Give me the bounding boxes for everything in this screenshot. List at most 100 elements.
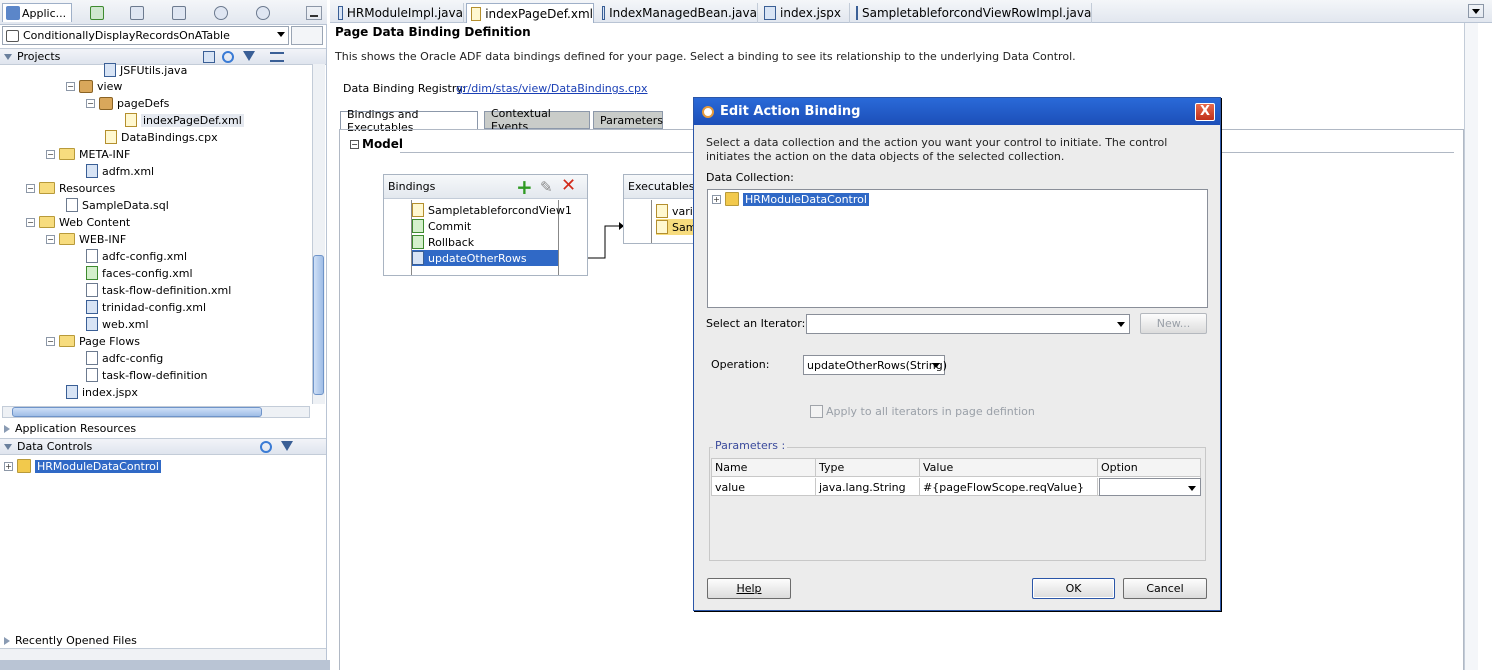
apply-all-label: Apply to all iterators in page defintion (826, 405, 1035, 418)
horizontal-scrollbar-thumb[interactable] (12, 407, 262, 417)
expand-icon[interactable]: + (712, 194, 721, 204)
variables-icon (656, 204, 668, 218)
tree-label: index.jspx (82, 385, 138, 399)
tree-node-databindings[interactable]: DataBindings.cpx (105, 129, 218, 145)
collapse-icon[interactable]: − (46, 234, 55, 244)
registry-link[interactable]: gr/dim/stas/view/DataBindings.cpx (456, 82, 648, 95)
tab-contextual-events[interactable]: Contextual Events (484, 107, 590, 133)
database-icon[interactable] (212, 3, 230, 22)
tree-node-task-flow-xml[interactable]: task-flow-definition.xml (86, 282, 231, 298)
binding-item[interactable]: Commit (412, 218, 471, 234)
filter-icon[interactable] (281, 441, 293, 451)
minimize-icon[interactable] (306, 6, 322, 20)
tab-indexpagedef[interactable]: indexPageDef.xml (466, 3, 594, 23)
structure-icon[interactable] (128, 3, 146, 22)
refresh-icon[interactable] (260, 441, 272, 453)
editor-vertical-scrollbar[interactable] (1464, 23, 1478, 670)
recently-opened-files-header[interactable]: Recently Opened Files (0, 632, 326, 649)
tree-node-faces-config[interactable]: faces-config.xml (86, 265, 193, 281)
find-icon[interactable] (170, 3, 188, 22)
data-collection-node[interactable]: + HRModuleDataControl (712, 191, 870, 207)
data-control-node[interactable]: + HRModuleDataControl (4, 458, 162, 474)
tree-node-page-flows[interactable]: − Page Flows (46, 333, 140, 349)
tree-node-adfc-config[interactable]: adfc-config (86, 350, 163, 366)
binding-item[interactable]: SampletableforcondView1 (412, 202, 572, 218)
tab-label: SampletableforcondViewRowImpl.java (862, 6, 1092, 20)
column-header-type[interactable]: Type (816, 459, 920, 477)
tab-list-button[interactable] (1468, 4, 1484, 18)
tree-node-task-flow-definition[interactable]: task-flow-definition (86, 367, 208, 383)
binding-item-selected[interactable]: updateOtherRows (412, 250, 558, 266)
cancel-button[interactable]: Cancel (1123, 578, 1207, 599)
tree-label: META-INF (79, 147, 131, 161)
param-option-select[interactable] (1099, 478, 1201, 496)
tab-hrmoduleimpl[interactable]: HRModuleImpl.java (334, 3, 464, 23)
tree-node-web-xml[interactable]: web.xml (86, 316, 149, 332)
zoom-icon[interactable] (203, 51, 215, 63)
new-iterator-button[interactable]: New... (1140, 313, 1207, 334)
collapse-icon[interactable]: − (350, 140, 359, 149)
data-collection-tree[interactable]: + HRModuleDataControl (707, 189, 1208, 308)
ok-button[interactable]: OK (1032, 578, 1115, 599)
edit-icon[interactable]: ✎ (540, 179, 553, 195)
tree-node-adfm[interactable]: adfm.xml (86, 163, 154, 179)
tab-applications[interactable]: Applic... (2, 3, 72, 22)
tree-node-view[interactable]: − view (66, 78, 122, 94)
vertical-scrollbar-thumb[interactable] (313, 255, 324, 395)
collapse-icon[interactable]: − (66, 81, 75, 91)
expand-icon[interactable]: + (4, 461, 13, 471)
param-name-cell[interactable]: value (712, 478, 816, 496)
column-header-name[interactable]: Name (712, 459, 816, 477)
param-value-cell[interactable]: #{pageFlowScope.reqValue} (920, 478, 1098, 496)
iterator-select[interactable] (806, 314, 1130, 334)
tree-node-meta-inf[interactable]: − META-INF (46, 146, 130, 162)
folder-icon (59, 233, 75, 245)
collapse-icon[interactable]: − (46, 336, 55, 346)
column-header-value[interactable]: Value (920, 459, 1098, 477)
filter-icon[interactable] (243, 51, 255, 61)
chevron-down-icon (277, 32, 285, 37)
param-type-cell[interactable]: java.lang.String (816, 478, 920, 496)
run-icon[interactable] (88, 3, 106, 22)
tree-node-adfc-config-xml[interactable]: adfc-config.xml (86, 248, 187, 264)
tree-node-resources[interactable]: − Resources (26, 180, 115, 196)
data-controls-header[interactable]: Data Controls (0, 438, 326, 455)
add-icon[interactable]: + (516, 177, 533, 197)
column-header-option[interactable]: Option (1098, 459, 1200, 477)
tree-label: trinidad-config.xml (102, 300, 207, 314)
executable-item[interactable]: Sam (656, 219, 697, 235)
tree-node-jsfutils[interactable]: JSFUtils.java (104, 62, 187, 78)
sort-icon[interactable] (270, 52, 284, 62)
dialog-title-bar[interactable]: Edit Action Binding X (694, 98, 1220, 125)
operation-select[interactable]: updateOtherRows(String) (803, 355, 947, 375)
collapse-icon[interactable]: − (86, 98, 95, 108)
delete-icon[interactable]: ✕ (561, 177, 576, 195)
collapse-icon[interactable]: − (46, 149, 55, 159)
tree-node-web-content[interactable]: − Web Content (26, 214, 130, 230)
application-resources-header[interactable]: Application Resources (0, 420, 326, 437)
tree-node-web-inf[interactable]: − WEB-INF (46, 231, 126, 247)
close-button[interactable]: X (1195, 103, 1215, 121)
folder-icon (59, 335, 75, 347)
help-button[interactable]: Help (707, 578, 791, 599)
tab-viewrowimpl[interactable]: SampletableforcondViewRowImpl.java (852, 3, 1092, 23)
tab-index-jspx[interactable]: index.jspx (760, 3, 850, 23)
tab-bindings-and-executables[interactable]: Bindings and Executables (340, 108, 478, 134)
tree-node-sampledata[interactable]: SampleData.sql (66, 197, 169, 213)
apply-all-checkbox[interactable] (810, 405, 823, 418)
resource-icon[interactable] (254, 3, 272, 22)
project-menu-button[interactable] (291, 26, 323, 45)
collapse-icon[interactable]: − (26, 217, 35, 227)
application-resources-label: Application Resources (15, 422, 137, 435)
tree-node-trinidad-config[interactable]: trinidad-config.xml (86, 299, 206, 315)
tab-parameters[interactable]: Parameters (593, 111, 663, 129)
tab-indexmanagedbean[interactable]: IndexManagedBean.java (598, 3, 758, 23)
faces-config-icon (86, 266, 98, 280)
binding-item[interactable]: Rollback (412, 234, 474, 250)
tree-node-index-jspx[interactable]: index.jspx (66, 384, 138, 400)
tree-node-pagedefs[interactable]: − pageDefs (86, 95, 169, 111)
collapse-icon[interactable]: − (26, 183, 35, 193)
refresh-icon[interactable] (222, 51, 234, 63)
project-selector[interactable]: ConditionallyDisplayRecordsOnATable (2, 26, 289, 45)
tree-node-indexpagedef[interactable]: indexPageDef.xml (125, 112, 244, 128)
